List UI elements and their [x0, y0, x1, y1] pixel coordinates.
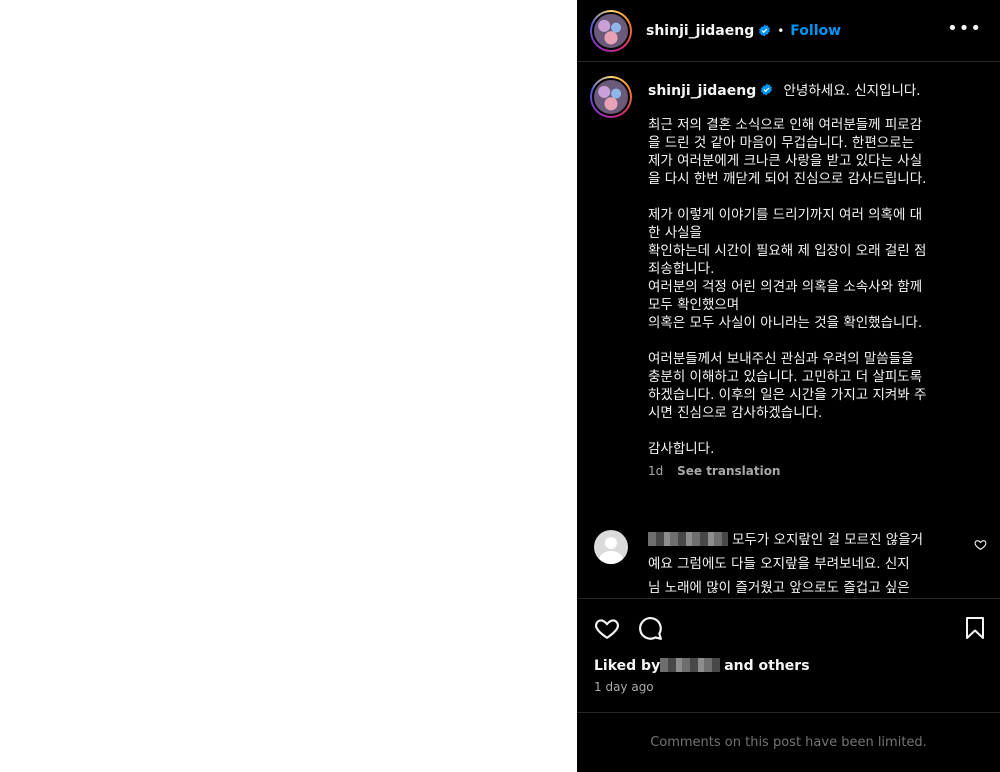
redacted-username: [648, 532, 728, 546]
heart-icon[interactable]: [594, 615, 620, 641]
follow-button[interactable]: Follow: [790, 23, 841, 39]
more-options-icon[interactable]: •••: [947, 20, 982, 38]
post-side-panel: shinji_jidaeng • Follow ••• shinji_jidae…: [577, 0, 1000, 772]
liked-by-suffix: and others: [724, 658, 810, 674]
caption-paragraph-3: 여러분들께서 보내주신 관심과 우려의 말씀들을 충분히 이해하고 있습니다. …: [648, 351, 927, 421]
caption-author-avatar-image: [592, 78, 630, 116]
comments-limited-notice: Comments on this post have been limited.: [577, 712, 1000, 772]
bookmark-icon[interactable]: [963, 615, 987, 641]
see-translation-link[interactable]: See translation: [677, 464, 780, 478]
liked-by-prefix: Liked by: [594, 658, 661, 674]
post-timestamp: 1 day ago: [594, 680, 654, 694]
caption-greeting: 안녕하세요. 신지입니다.: [783, 83, 921, 99]
caption-paragraph-1: 최근 저의 결혼 소식으로 인해 여러분들께 피로감 을 드린 것 같아 마음이…: [648, 117, 927, 187]
header-username[interactable]: shinji_jidaeng: [646, 23, 754, 39]
author-avatar[interactable]: [590, 9, 632, 52]
post-media-area: [0, 0, 577, 772]
caption-header: shinji_jidaeng 안녕하세요. 신지입니다.: [648, 76, 984, 106]
caption-paragraph-2: 제가 이렇게 이야기를 드리기까지 여러 의혹에 대 한 사실을 확인하는데 시…: [648, 207, 927, 331]
comment-body: 모두가 오지랖인 걸 모르진 않을거 예요 그럼에도 다들 오지랖을 부려보네요…: [648, 528, 964, 598]
header-separator: •: [777, 23, 785, 38]
author-avatar-image: [592, 11, 630, 50]
caption-body: shinji_jidaeng 안녕하세요. 신지입니다. 최근 저의 결혼 소식…: [648, 76, 984, 478]
comment-icon[interactable]: [637, 615, 663, 641]
verified-badge-icon: [761, 83, 773, 96]
avatar-placeholder-icon[interactable]: [594, 530, 628, 564]
verified-badge-icon: [759, 24, 771, 37]
caption-meta: 1d See translation: [648, 464, 984, 478]
comment-like-heart-icon[interactable]: [974, 538, 987, 551]
post-age: 1d: [648, 464, 664, 478]
caption-author-avatar[interactable]: [590, 76, 632, 118]
comment-item: 모두가 오지랖인 걸 모르진 않을거 예요 그럼에도 다들 오지랖을 부려보네요…: [594, 528, 989, 598]
action-bar: [577, 598, 1000, 660]
caption-username[interactable]: shinji_jidaeng: [648, 83, 756, 99]
comments-limited-text: Comments on this post have been limited.: [650, 735, 927, 750]
redacted-liker: [660, 658, 721, 672]
liked-by-summary[interactable]: Liked by and others: [594, 658, 810, 674]
post-header: shinji_jidaeng • Follow •••: [577, 0, 1000, 62]
caption-paragraph-4: 감사합니다.: [648, 441, 715, 457]
